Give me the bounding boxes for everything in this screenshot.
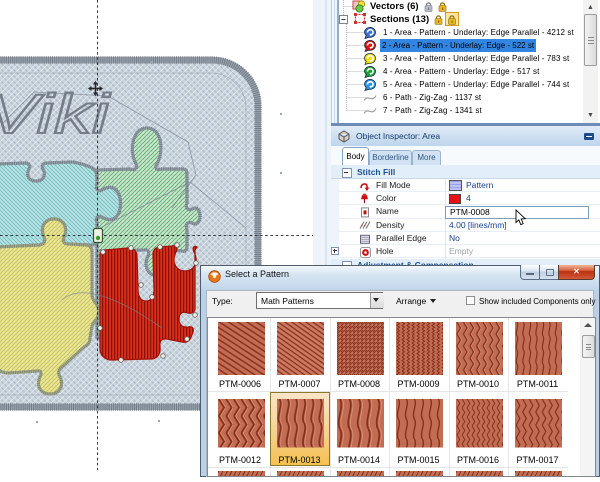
svg-text:Viki: Viki bbox=[0, 82, 111, 145]
